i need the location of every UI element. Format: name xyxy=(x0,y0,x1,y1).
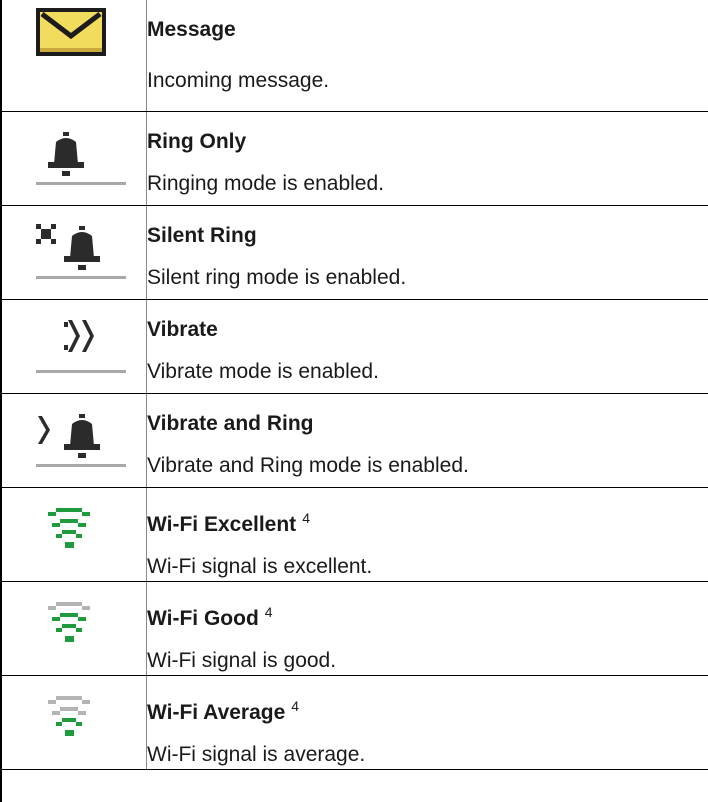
vibrate-bell-icon xyxy=(36,413,126,467)
table-row: Wi-Fi Excellent 4 Wi-Fi signal is excelle… xyxy=(2,487,708,582)
row-description: Vibrate mode is enabled. xyxy=(147,359,379,383)
table-row: Wi-Fi Average 4 Wi-Fi signal is average. xyxy=(2,675,708,770)
text-cell: Wi-Fi Good 4 Wi-Fi signal is good. xyxy=(146,581,708,676)
wifi-good-icon xyxy=(48,601,90,642)
text-cell: Wi-Fi Excellent 4 Wi-Fi signal is excelle… xyxy=(146,487,708,582)
table-row: Ring Only Ringing mode is enabled. xyxy=(2,111,708,206)
row-title: Wi-Fi Excellent 4 xyxy=(147,509,310,536)
silent-bell-icon xyxy=(36,223,126,279)
icon-legend-table: Message Incoming message. Ring Only Ring… xyxy=(2,0,708,770)
row-title: Message xyxy=(147,18,236,41)
text-cell: Vibrate and Ring Vibrate and Ring mode i… xyxy=(146,393,708,488)
bell-icon xyxy=(36,131,126,185)
icon-cell xyxy=(2,393,147,488)
icon-cell xyxy=(2,0,147,112)
row-description: Silent ring mode is enabled. xyxy=(147,265,407,289)
icon-cell xyxy=(2,487,147,582)
wifi-excellent-icon xyxy=(48,507,90,548)
row-description: Wi-Fi signal is good. xyxy=(147,648,337,672)
table-row: Message Incoming message. xyxy=(2,0,708,112)
table-row: Wi-Fi Good 4 Wi-Fi signal is good. xyxy=(2,581,708,676)
row-title: Wi-Fi Good 4 xyxy=(147,603,273,630)
row-description: Wi-Fi signal is excellent. xyxy=(147,554,373,578)
icon-cell xyxy=(2,111,147,206)
row-description: Incoming message. xyxy=(147,69,330,92)
row-title: Wi-Fi Average 4 xyxy=(147,697,300,724)
text-cell: Wi-Fi Average 4 Wi-Fi signal is average. xyxy=(146,675,708,770)
table-row: Vibrate and Ring Vibrate and Ring mode i… xyxy=(2,393,708,488)
text-cell: Message Incoming message. xyxy=(146,0,708,112)
footnote-marker: 4 xyxy=(264,603,273,620)
text-cell: Ring Only Ringing mode is enabled. xyxy=(146,111,708,206)
footnote-marker: 4 xyxy=(302,509,310,526)
icon-cell xyxy=(2,581,147,676)
vibrate-icon xyxy=(36,319,126,373)
row-description: Wi-Fi signal is average. xyxy=(147,742,366,766)
row-title: Ring Only xyxy=(147,129,247,153)
row-title: Vibrate and Ring xyxy=(147,411,314,435)
table-row: Vibrate Vibrate mode is enabled. xyxy=(2,299,708,394)
icon-cell xyxy=(2,675,147,770)
icon-cell xyxy=(2,205,147,300)
footnote-marker: 4 xyxy=(291,697,300,714)
row-description: Ringing mode is enabled. xyxy=(147,171,384,195)
icon-cell xyxy=(2,299,147,394)
text-cell: Vibrate Vibrate mode is enabled. xyxy=(146,299,708,394)
row-title: Silent Ring xyxy=(147,223,257,247)
row-title: Vibrate xyxy=(147,317,218,341)
envelope-icon xyxy=(36,8,106,56)
table-row: Silent Ring Silent ring mode is enabled. xyxy=(2,205,708,300)
text-cell: Silent Ring Silent ring mode is enabled. xyxy=(146,205,708,300)
wifi-average-icon xyxy=(48,695,90,736)
row-description: Vibrate and Ring mode is enabled. xyxy=(147,453,469,477)
